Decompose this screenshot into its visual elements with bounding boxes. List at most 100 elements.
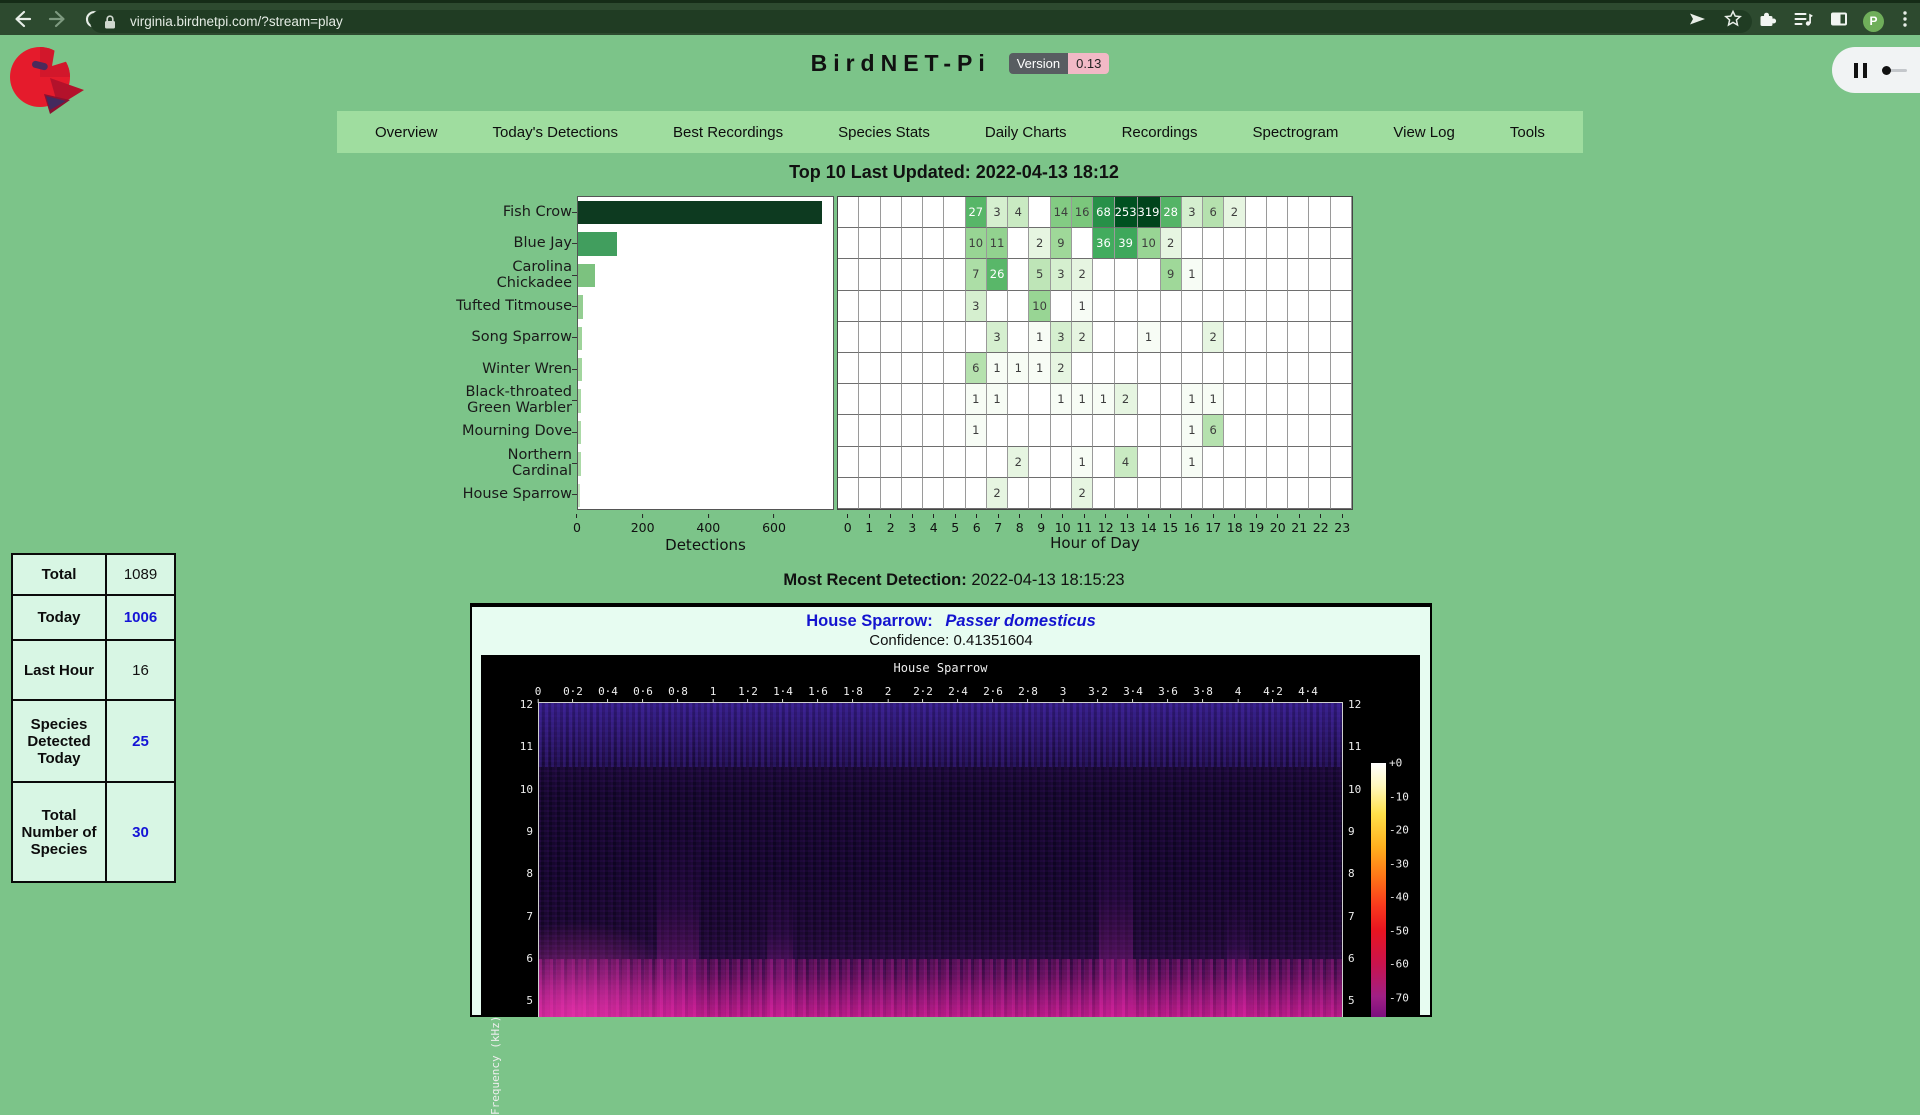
- heatmap-cell: [881, 322, 902, 353]
- heatmap-cell: [1029, 384, 1050, 415]
- profile-avatar[interactable]: P: [1863, 11, 1884, 32]
- version-label: Version: [1009, 53, 1068, 74]
- extensions-icon[interactable]: [1755, 7, 1779, 36]
- bar-row: [578, 448, 833, 479]
- heatmap-cell: [923, 259, 944, 290]
- heatmap-cell: [1267, 447, 1288, 478]
- spectrogram-time-tick: 2: [885, 685, 892, 703]
- tick-label: 2·2: [913, 685, 933, 698]
- nav-item-recordings[interactable]: Recordings: [1122, 124, 1198, 141]
- bar: [578, 295, 583, 318]
- heatmap-cell: [1331, 384, 1352, 415]
- stats-value-link[interactable]: 25: [107, 701, 174, 781]
- heatmap-cell: [1309, 197, 1330, 228]
- tick-label: 2: [885, 685, 892, 698]
- tick-mark: [976, 514, 977, 518]
- browser-toolbar: virginia.birdnetpi.com/?stream=play P: [0, 0, 1920, 35]
- heatmap-cell: [923, 447, 944, 478]
- heatmap-cell: [1246, 197, 1267, 228]
- heatmap-cell: [881, 259, 902, 290]
- playlist-icon[interactable]: [1791, 7, 1815, 36]
- heatmap-cell: [1288, 197, 1309, 228]
- heatmap-cell: [1224, 447, 1245, 478]
- heatmap-cell: [1029, 447, 1050, 478]
- heatmap-cell: [1309, 353, 1330, 384]
- bar: [578, 264, 595, 287]
- heatmap-cell: [1029, 478, 1050, 509]
- heatmap-cell: 27: [966, 197, 987, 228]
- stats-table: Total1089Today1006Last Hour16Species Det…: [11, 553, 176, 883]
- spectrogram-time-tick: 3: [1060, 685, 1067, 703]
- heatmap-cell: 11: [987, 228, 1008, 259]
- heatmap-cell: 1: [1072, 384, 1093, 415]
- heatmap-cell: [902, 478, 923, 509]
- bar: [578, 389, 581, 412]
- heatmap-cell: [1115, 415, 1138, 446]
- tick-mark: [1062, 514, 1063, 518]
- heatmap-cell: [881, 478, 902, 509]
- bar-row: [578, 228, 833, 259]
- bar: [578, 358, 582, 381]
- side-panel-icon[interactable]: [1827, 7, 1851, 36]
- heatmap-cell: [1051, 478, 1072, 509]
- heatmap-cell: 1: [1008, 353, 1029, 384]
- heatmap-xlabel: Hour of Day: [837, 534, 1353, 552]
- nav-item-tools[interactable]: Tools: [1510, 124, 1545, 141]
- hour-tick: 23: [1332, 514, 1354, 535]
- spectrogram-time-tick: 2·6: [983, 685, 1003, 703]
- heatmap-cell: [1203, 259, 1224, 290]
- hour-tick: 19: [1246, 514, 1268, 535]
- stats-row: Last Hour16: [13, 641, 174, 701]
- spectrogram-time-tick: 1·2: [738, 685, 758, 703]
- heatmap-cell: [944, 259, 965, 290]
- nav-item-species-stats[interactable]: Species Stats: [838, 124, 930, 141]
- heatmap-cell: [1161, 384, 1182, 415]
- nav-item-best-recordings[interactable]: Best Recordings: [673, 124, 783, 141]
- bookmark-star-icon[interactable]: [1722, 8, 1744, 35]
- tick-label: 1·6: [808, 685, 828, 698]
- heatmap-cell: 9: [1161, 259, 1182, 290]
- stats-value-link[interactable]: 30: [107, 783, 174, 881]
- spectrogram-db-tick: -10: [1389, 790, 1409, 803]
- hour-tick: 20: [1267, 514, 1289, 535]
- heatmap-cell: [1246, 384, 1267, 415]
- heatmap-cell: 26: [987, 259, 1008, 290]
- species-label: Tufted Titmouse: [397, 290, 572, 321]
- heatmap-cell: [838, 415, 859, 446]
- heatmap-cell: 36: [1093, 228, 1114, 259]
- nav-item-today-s-detections[interactable]: Today's Detections: [493, 124, 618, 141]
- heatmap-cell: [1072, 353, 1093, 384]
- heatmap-cell: 1: [966, 415, 987, 446]
- heatmap-cell: [1182, 291, 1203, 322]
- forward-icon[interactable]: [44, 5, 72, 33]
- heatmap-cell: [1182, 478, 1203, 509]
- tick-mark: [1277, 514, 1278, 518]
- tick-label: 18: [1227, 520, 1243, 535]
- tick-label: 11: [1076, 520, 1092, 535]
- spectrogram-time-tick: 3·4: [1123, 685, 1143, 703]
- lock-icon: [96, 8, 124, 36]
- send-icon[interactable]: [1686, 8, 1708, 35]
- heatmap-cell: [1138, 384, 1161, 415]
- heatmap-cell: [1224, 291, 1245, 322]
- bar-row: [578, 385, 833, 416]
- heatmap-cell: [944, 197, 965, 228]
- menu-kebab-icon[interactable]: [1896, 7, 1914, 36]
- hour-tick: 5: [945, 514, 967, 535]
- back-icon[interactable]: [8, 5, 36, 33]
- address-bar[interactable]: virginia.birdnetpi.com/?stream=play: [90, 10, 1752, 33]
- spectrogram-freq-tick: 12: [509, 698, 533, 711]
- x-tick: 600: [762, 514, 786, 535]
- heatmap-cell: [902, 228, 923, 259]
- heatmap-cell: [923, 291, 944, 322]
- stats-value-link[interactable]: 1006: [107, 596, 174, 639]
- nav-item-overview[interactable]: Overview: [375, 124, 438, 141]
- heatmap-cell: [923, 384, 944, 415]
- hour-tick: 12: [1095, 514, 1117, 535]
- heatmap-cell: [1331, 291, 1352, 322]
- detection-species-link[interactable]: House Sparrow: Passer domesticus: [472, 612, 1430, 631]
- nav-item-daily-charts[interactable]: Daily Charts: [985, 124, 1067, 141]
- nav-item-spectrogram[interactable]: Spectrogram: [1252, 124, 1338, 141]
- nav-item-view-log[interactable]: View Log: [1393, 124, 1454, 141]
- spectrogram-time-tick: 3·6: [1158, 685, 1178, 703]
